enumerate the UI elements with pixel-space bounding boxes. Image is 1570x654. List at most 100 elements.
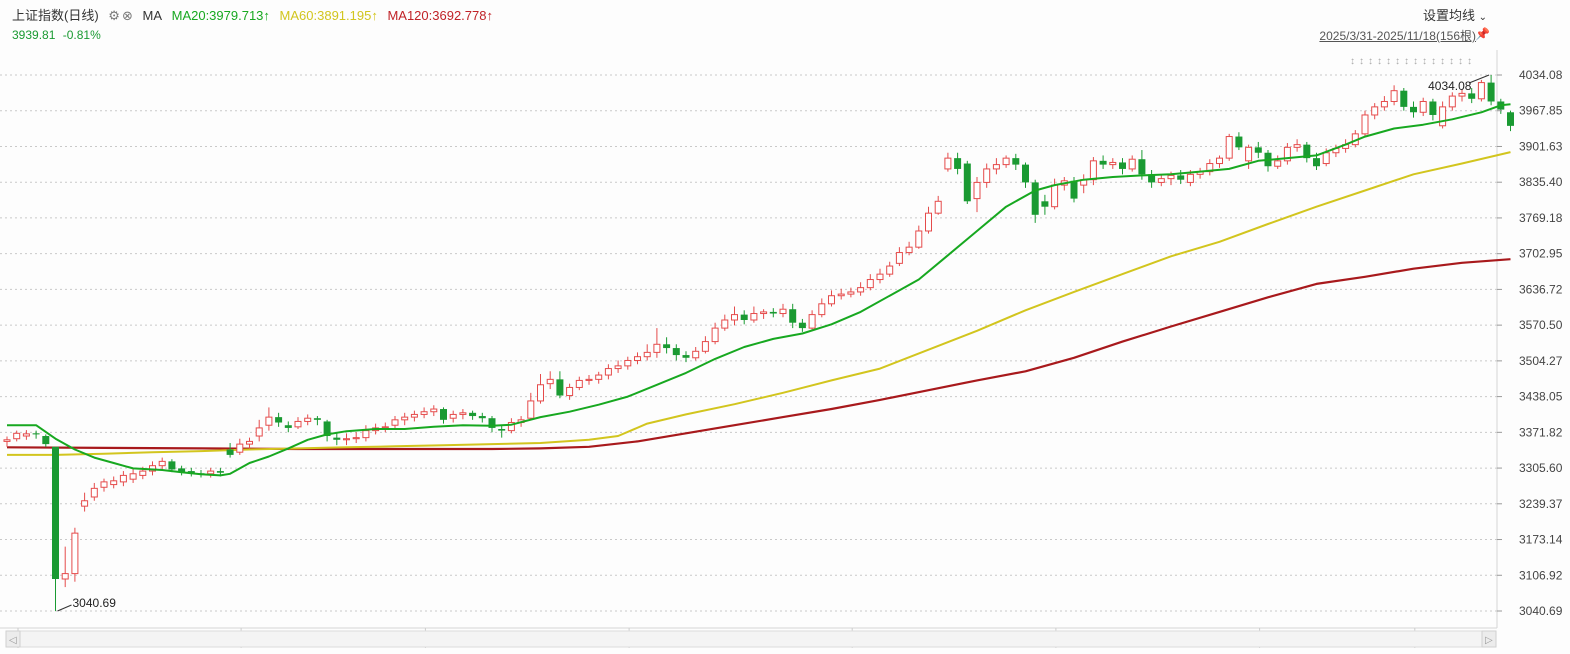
candle-body-up bbox=[1439, 106, 1447, 127]
candle-body-up bbox=[1109, 161, 1117, 166]
event-marker-icon: ↕ bbox=[1440, 56, 1445, 67]
candle-body-up bbox=[1245, 146, 1253, 162]
event-marker-icon: ↕ bbox=[1422, 56, 1427, 67]
candle-body-down bbox=[168, 461, 176, 470]
ma120-line bbox=[6, 258, 1511, 451]
candle-body-down bbox=[1119, 162, 1126, 169]
candle-body-down bbox=[1487, 82, 1495, 102]
candle-body-down bbox=[663, 344, 671, 349]
y-tick-label: 3040.69 bbox=[1519, 604, 1563, 618]
candle-body-up bbox=[1361, 114, 1369, 135]
candle-body-up bbox=[808, 314, 816, 329]
candle-body-up bbox=[294, 420, 302, 428]
event-marker-icon: ↕ bbox=[1413, 56, 1418, 67]
candle-body-up bbox=[401, 416, 409, 421]
candle-body-up bbox=[391, 419, 399, 426]
candle-body-up bbox=[643, 351, 651, 358]
candle-body-up bbox=[634, 356, 641, 361]
candle-body-up bbox=[915, 230, 923, 248]
candle-body-up bbox=[1448, 95, 1456, 108]
candle-body-up bbox=[973, 181, 981, 200]
candle-body-up bbox=[343, 438, 350, 441]
candle-body-up bbox=[595, 374, 603, 380]
y-tick-label: 3769.18 bbox=[1519, 211, 1563, 225]
event-marker-icon: ↕ bbox=[1359, 56, 1364, 67]
candle-body-up bbox=[750, 313, 758, 321]
y-tick-label: 3702.95 bbox=[1519, 247, 1563, 261]
candle-body-up bbox=[925, 212, 932, 232]
candle-body-up bbox=[304, 417, 312, 422]
candle-body-up bbox=[566, 386, 574, 397]
candle-body-up bbox=[61, 573, 69, 580]
y-tick-label: 4034.08 bbox=[1519, 68, 1563, 82]
candle-body-up bbox=[614, 365, 622, 370]
candle-body-up bbox=[119, 474, 127, 483]
candle-body-up bbox=[905, 246, 913, 254]
time-scrollbar[interactable]: ◁ ▷ bbox=[5, 630, 1497, 648]
candle-body-down bbox=[789, 309, 797, 323]
event-marker-icon: ↕ bbox=[1350, 56, 1355, 67]
candle-body-up bbox=[81, 500, 89, 507]
event-marker-icon: ↕ bbox=[1449, 56, 1454, 67]
candle-body-up bbox=[3, 439, 11, 442]
candle-body-down bbox=[284, 425, 292, 428]
candle-body-up bbox=[139, 470, 147, 476]
candle-body-down bbox=[1254, 147, 1262, 153]
candle-body-up bbox=[1390, 90, 1398, 102]
y-tick-label: 3504.27 bbox=[1519, 354, 1563, 368]
candle-body-down bbox=[1400, 90, 1408, 107]
candle-body-up bbox=[604, 368, 612, 376]
candle-body-up bbox=[1002, 157, 1010, 166]
kline-plot[interactable]: 4034.08 3967.85 3901.63 3835.40 3769.18 3702.… bbox=[0, 0, 1570, 654]
y-axis: 4034.08 3967.85 3901.63 3835.40 3769.18 3702.… bbox=[1497, 68, 1563, 618]
y-tick-label: 3305.60 bbox=[1519, 461, 1563, 475]
candle-body-down bbox=[1507, 112, 1514, 126]
candle-body-up bbox=[22, 433, 30, 437]
candle-body-up bbox=[546, 378, 554, 385]
candle-body-down bbox=[1177, 175, 1185, 180]
candle-body-up bbox=[1128, 158, 1136, 170]
scrollbar-track bbox=[5, 630, 1497, 648]
y-tick-label: 3570.50 bbox=[1519, 318, 1563, 332]
candle-body-up bbox=[537, 384, 544, 402]
candle-body-up bbox=[886, 265, 894, 275]
candle-body-down bbox=[313, 418, 321, 420]
event-marker-icon: ↕ bbox=[1377, 56, 1382, 67]
candle-body-down bbox=[1099, 160, 1107, 165]
candle-body-up bbox=[866, 279, 874, 289]
candle-body-up bbox=[1380, 100, 1388, 108]
candle-body-down bbox=[1410, 106, 1417, 113]
ma120-series bbox=[6, 258, 1511, 451]
candle-body-down bbox=[740, 314, 748, 321]
candle-body-up bbox=[527, 400, 535, 419]
candle-body-down bbox=[333, 437, 341, 440]
chevron-left-icon: ◁ bbox=[9, 635, 17, 646]
candle-body-down bbox=[275, 417, 283, 423]
candle-body-down bbox=[963, 163, 971, 202]
candle-body-up bbox=[100, 481, 108, 488]
candle-body-up bbox=[760, 311, 768, 315]
candle-body-up bbox=[857, 287, 865, 293]
ma60-series bbox=[7, 151, 1511, 456]
min-label: 3040.69 bbox=[73, 596, 117, 610]
candle-body-up bbox=[779, 308, 787, 315]
y-tick-label: 3239.37 bbox=[1519, 497, 1563, 511]
candle-body-up bbox=[575, 379, 583, 388]
candle-body-down bbox=[798, 322, 806, 329]
candle-body-up bbox=[1167, 174, 1175, 180]
candle-body-up bbox=[13, 432, 21, 440]
max-pointer bbox=[1468, 74, 1490, 84]
candle-body-up bbox=[158, 460, 166, 467]
candle-body-up bbox=[459, 412, 467, 415]
candle-body-up bbox=[129, 473, 137, 480]
kline-chart-window: { "header": { "title": "上证指数(日线)", "icon… bbox=[0, 0, 1570, 654]
y-tick-label: 3967.85 bbox=[1519, 104, 1563, 118]
candle-body-up bbox=[837, 293, 845, 297]
y-tick-label: 3901.63 bbox=[1519, 139, 1563, 153]
candle-body-up bbox=[1186, 173, 1194, 183]
chevron-right-icon: ▷ bbox=[1485, 635, 1493, 646]
candle-body-up bbox=[1274, 160, 1282, 167]
candle-body-up bbox=[90, 487, 98, 498]
ma60-line bbox=[7, 151, 1511, 456]
candle-body-down bbox=[52, 446, 59, 579]
